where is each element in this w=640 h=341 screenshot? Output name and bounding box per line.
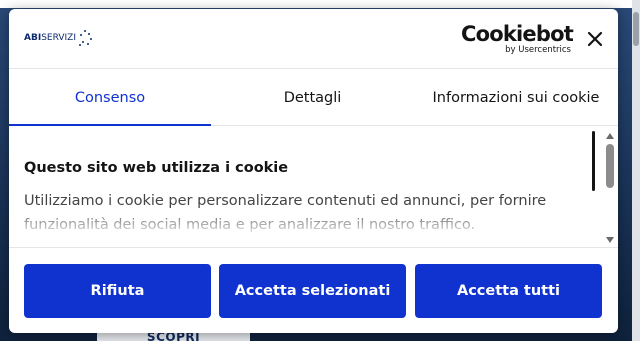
cookiebot-by: by Usercentrics <box>505 45 571 55</box>
tab-informazioni-sui-cookie[interactable]: Informazioni sui cookie <box>414 70 618 126</box>
dialog-header: ABI SERVIZI Cookiebot by Usercentrics <box>9 9 618 69</box>
scroll-focus-edge <box>592 131 595 191</box>
scroll-up-arrow-icon[interactable] <box>606 133 614 139</box>
accept-selected-button[interactable]: Accetta selezionati <box>219 264 406 318</box>
page-scrollbar[interactable] <box>632 0 640 341</box>
dialog-footer: Rifiuta Accetta selezionati Accetta tutt… <box>9 247 618 333</box>
content-fade <box>9 207 599 247</box>
scrollbar-thumb[interactable] <box>606 144 614 188</box>
active-tab-indicator <box>9 124 211 126</box>
cookiebot-logo[interactable]: Cookiebot by Usercentrics <box>461 22 574 55</box>
content-scrollbar[interactable] <box>592 131 616 247</box>
cookie-consent-dialog: ABI SERVIZI Cookiebot by Usercentrics Co… <box>9 9 618 333</box>
accept-all-button[interactable]: Accetta tutti <box>415 264 602 318</box>
abi-servizi-logo: ABI SERVIZI <box>24 27 94 49</box>
page-scrollbar-thumb[interactable] <box>633 12 639 46</box>
brand-abi: ABI <box>24 33 42 43</box>
tab-dettagli[interactable]: Dettagli <box>211 70 414 126</box>
tab-consenso[interactable]: Consenso <box>9 70 211 126</box>
content-title: Questo sito web utilizza i cookie <box>24 160 289 176</box>
scroll-down-arrow-icon[interactable] <box>606 237 614 243</box>
brand-stars-icon <box>78 28 94 48</box>
consent-content: Questo sito web utilizza i cookie Utiliz… <box>9 127 618 247</box>
background-header-strip <box>0 0 640 8</box>
reject-button[interactable]: Rifiuta <box>24 264 211 318</box>
close-button[interactable] <box>584 28 606 50</box>
consent-tabs: Consenso Dettagli Informazioni sui cooki… <box>9 70 618 126</box>
cookiebot-name: Cookiebot <box>461 22 574 46</box>
brand-servizi: SERVIZI <box>41 33 76 43</box>
close-icon <box>587 31 603 47</box>
